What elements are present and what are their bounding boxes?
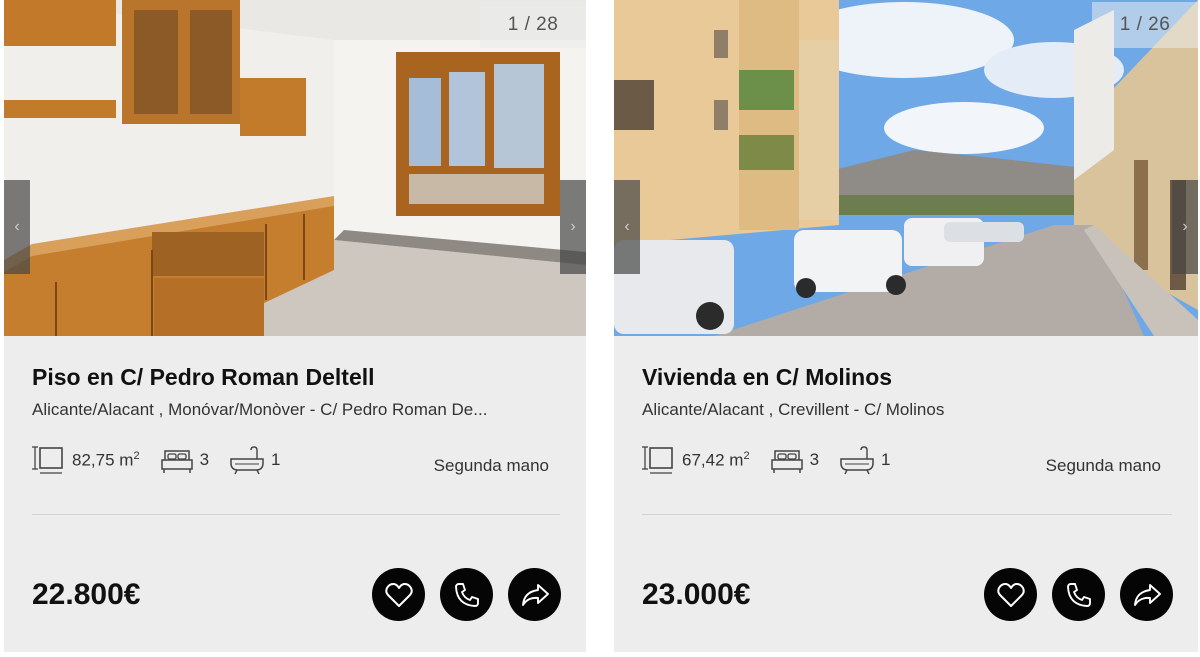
favorite-button[interactable] <box>372 568 425 621</box>
call-button[interactable] <box>1052 568 1105 621</box>
bed-icon <box>770 450 803 473</box>
share-icon <box>521 583 549 606</box>
chevron-right-icon[interactable]: › <box>560 180 586 274</box>
chevron-left-icon[interactable]: ‹ <box>614 180 640 274</box>
bedrooms-value: 3 <box>809 450 820 469</box>
bathrooms-value: 1 <box>881 450 891 469</box>
bathtub-icon <box>230 446 264 475</box>
listing-photo[interactable]: 1 / 28 ‹ › <box>4 0 586 336</box>
listing-price: 23.000€ <box>642 578 751 611</box>
bathrooms-feature: 1 <box>229 445 281 475</box>
area-value: 67,42 m2 <box>682 449 750 470</box>
listing-actions <box>969 568 1173 621</box>
bedrooms-value: 3 <box>199 450 210 469</box>
share-button[interactable] <box>508 568 561 621</box>
favorite-button[interactable] <box>984 568 1037 621</box>
area-feature: 82,75 m2 <box>32 445 140 475</box>
share-button[interactable] <box>1120 568 1173 621</box>
bed-icon <box>160 450 193 473</box>
listing-price: 22.800€ <box>32 578 141 611</box>
area-icon <box>642 446 673 474</box>
listing-features: 82,75 m2 3 1 <box>32 444 301 476</box>
phone-icon <box>1066 582 1091 607</box>
bedrooms-feature: 3 <box>770 445 819 475</box>
chevron-right-icon[interactable]: › <box>1172 180 1198 274</box>
heart-icon <box>996 582 1025 607</box>
listing-card[interactable]: 1 / 28 ‹ › Piso en C/ Pedro Roman Deltel… <box>4 0 586 652</box>
bathrooms-feature: 1 <box>839 445 891 475</box>
chevron-left-icon[interactable]: ‹ <box>4 180 30 274</box>
bedrooms-feature: 3 <box>160 445 209 475</box>
listing-photo[interactable]: 1 / 26 ‹ › <box>614 0 1198 336</box>
heart-icon <box>384 582 413 607</box>
listing-location: Alicante/Alacant , Crevillent - C/ Molin… <box>642 400 945 419</box>
bathtub-icon <box>840 446 874 475</box>
listing-title[interactable]: Piso en C/ Pedro Roman Deltell <box>32 364 375 391</box>
photo-counter: 1 / 26 <box>1092 2 1198 48</box>
phone-icon <box>454 582 479 607</box>
bathrooms-value: 1 <box>271 450 281 469</box>
listing-card[interactable]: 1 / 26 ‹ › Vivienda en C/ Molinos Alican… <box>614 0 1198 652</box>
listing-title[interactable]: Vivienda en C/ Molinos <box>642 364 892 391</box>
area-feature: 67,42 m2 <box>642 445 750 475</box>
share-icon <box>1133 583 1161 606</box>
listing-location: Alicante/Alacant , Monóvar/Monòver - C/ … <box>32 400 488 419</box>
call-button[interactable] <box>440 568 493 621</box>
condition-label: Segunda mano <box>433 456 549 475</box>
interior-photo <box>4 0 586 336</box>
listing-actions <box>357 568 561 621</box>
photo-counter: 1 / 28 <box>480 2 586 48</box>
area-icon <box>32 446 63 474</box>
street-photo <box>614 0 1198 336</box>
area-value: 82,75 m2 <box>72 449 140 470</box>
listing-features: 67,42 m2 3 1 <box>642 444 911 476</box>
divider <box>642 514 1172 515</box>
condition-label: Segunda mano <box>1045 456 1161 475</box>
divider <box>32 514 560 515</box>
